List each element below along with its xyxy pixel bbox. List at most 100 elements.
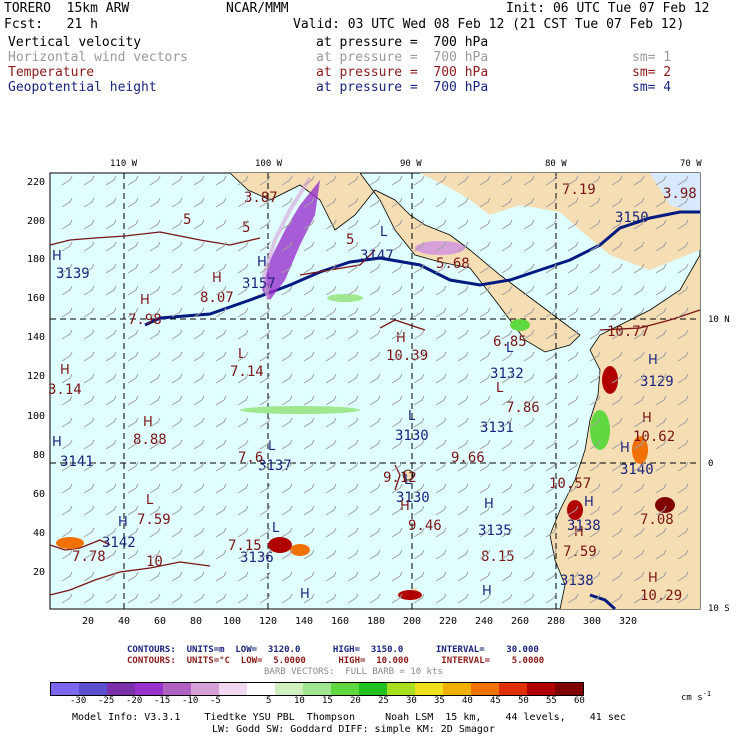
svg-text:L: L (380, 225, 388, 240)
svg-text:140: 140 (27, 332, 45, 343)
height-label: 3138 (560, 573, 594, 589)
temp-label: 7.86 (506, 400, 540, 416)
lon-label: 70 W (680, 159, 702, 169)
colorbar-label: -20 (126, 696, 143, 706)
colorbar-swatch (443, 683, 471, 695)
temp-label: 10.62 (633, 429, 675, 445)
svg-text:H: H (212, 271, 222, 286)
svg-text:40: 40 (118, 616, 130, 627)
svg-text:320: 320 (619, 616, 637, 627)
temp-label: 7.6 (238, 450, 263, 466)
colorbar-label: -25 (98, 696, 115, 706)
height-label: 3138 (567, 518, 601, 534)
colorbar-swatch (191, 683, 219, 695)
temp-label: 9.46 (408, 518, 442, 534)
svg-text:280: 280 (547, 616, 565, 627)
temp-label: 5 (242, 220, 250, 236)
colorbar-label: -10 (182, 696, 199, 706)
colorbar-label: 5 (266, 696, 272, 706)
colorbar-label: 60 (574, 696, 585, 706)
latitude-labels: 10 N 0 10 S (708, 315, 730, 614)
colorbar-swatch (359, 683, 387, 695)
colorbar-swatch (219, 683, 247, 695)
colorbar-label: -30 (70, 696, 87, 706)
temp-label: 8.15 (481, 549, 515, 565)
height-label: 3157 (242, 276, 276, 292)
svg-text:220: 220 (439, 616, 457, 627)
svg-text:H: H (52, 249, 62, 264)
colorbar-label: -15 (154, 696, 171, 706)
svg-text:H: H (584, 495, 594, 510)
height-label: 3139 (56, 266, 90, 282)
colorbar-swatch (303, 683, 331, 695)
svg-text:120: 120 (259, 616, 277, 627)
svg-text:140: 140 (295, 616, 313, 627)
lon-label: 80 W (545, 159, 567, 169)
colorbar-swatch (499, 683, 527, 695)
colorbar-label: 10 (294, 696, 305, 706)
colorbar-label: 25 (378, 696, 389, 706)
colorbar-label: -5 (210, 696, 221, 706)
colorbar-label: 50 (518, 696, 529, 706)
temp-label: 9.12 (383, 470, 417, 486)
svg-text:H: H (143, 415, 153, 430)
weather-map: 110 W 100 W 90 W 80 W 70 W 10 N 0 10 S 2… (27, 159, 730, 627)
svg-text:H: H (118, 515, 128, 530)
temp-label: 10.29 (640, 588, 682, 604)
lat-label: 10 N (708, 315, 730, 325)
temp-label: 7.78 (72, 549, 106, 565)
svg-text:L: L (408, 409, 416, 424)
svg-text:H: H (257, 255, 267, 270)
height-contour-info: CONTOURS: UNITS=m LOW= 3120.0 HIGH= 3150… (127, 645, 539, 655)
colorbar-swatch (471, 683, 499, 695)
temp-contour-info: CONTOURS: UNITS=°C LOW= 5.0000 HIGH= 10.… (127, 656, 545, 666)
svg-text:180: 180 (27, 254, 45, 265)
colorbar-label: 45 (490, 696, 501, 706)
barb-info: BARB VECTORS: FULL BARB = 10 kts (264, 667, 443, 677)
svg-text:100: 100 (223, 616, 241, 627)
svg-text:260: 260 (511, 616, 529, 627)
svg-text:H: H (60, 363, 70, 378)
colorbar-swatch (163, 683, 191, 695)
svg-text:H: H (482, 584, 492, 599)
lat-label: 0 (708, 459, 713, 469)
temp-label: 5 (346, 232, 354, 248)
velocity-colorbar (50, 682, 584, 696)
colorbar-swatch (527, 683, 555, 695)
height-label: 3147 (360, 248, 394, 264)
colorbar-swatch (247, 683, 275, 695)
svg-text:80: 80 (33, 450, 45, 461)
colorbar-label: 30 (406, 696, 417, 706)
temp-label: 9.66 (451, 450, 485, 466)
colorbar-swatch (415, 683, 443, 695)
svg-text:120: 120 (27, 371, 45, 382)
temp-label: 8.88 (133, 432, 167, 448)
svg-text:20: 20 (82, 616, 94, 627)
x-tick-labels: 20 40 60 80 100 120 140 160 180 200 220 240 260 2… (82, 616, 637, 627)
svg-text:160: 160 (331, 616, 349, 627)
temp-label: 6.85 (493, 334, 527, 350)
colorbar-swatch (135, 683, 163, 695)
colorbar-swatch (79, 683, 107, 695)
svg-text:160: 160 (27, 293, 45, 304)
model-info: Model Info: V3.3.1 Tiedtke YSU PBL Thomp… (72, 712, 626, 723)
svg-text:L: L (146, 493, 154, 508)
temp-label: 7.15 (228, 538, 262, 554)
svg-text:200: 200 (403, 616, 421, 627)
svg-text:80: 80 (190, 616, 202, 627)
y-tick-labels: 220 200 180 160 140 120 100 80 60 40 20 (27, 177, 45, 578)
colorbar-swatch (331, 683, 359, 695)
svg-text:H: H (484, 497, 494, 512)
temp-label: 10.57 (549, 476, 591, 492)
svg-text:40: 40 (33, 528, 45, 539)
colorbar-label: 35 (434, 696, 445, 706)
height-label: 3135 (478, 523, 512, 539)
lon-label: 100 W (255, 159, 283, 169)
lon-label: 110 W (110, 159, 138, 169)
temp-label: 7.59 (137, 512, 171, 528)
temp-label: 3.87 (244, 190, 278, 206)
svg-text:60: 60 (154, 616, 166, 627)
svg-text:L: L (272, 521, 280, 536)
svg-text:240: 240 (475, 616, 493, 627)
longitude-labels: 110 W 100 W 90 W 80 W 70 W (110, 159, 702, 169)
